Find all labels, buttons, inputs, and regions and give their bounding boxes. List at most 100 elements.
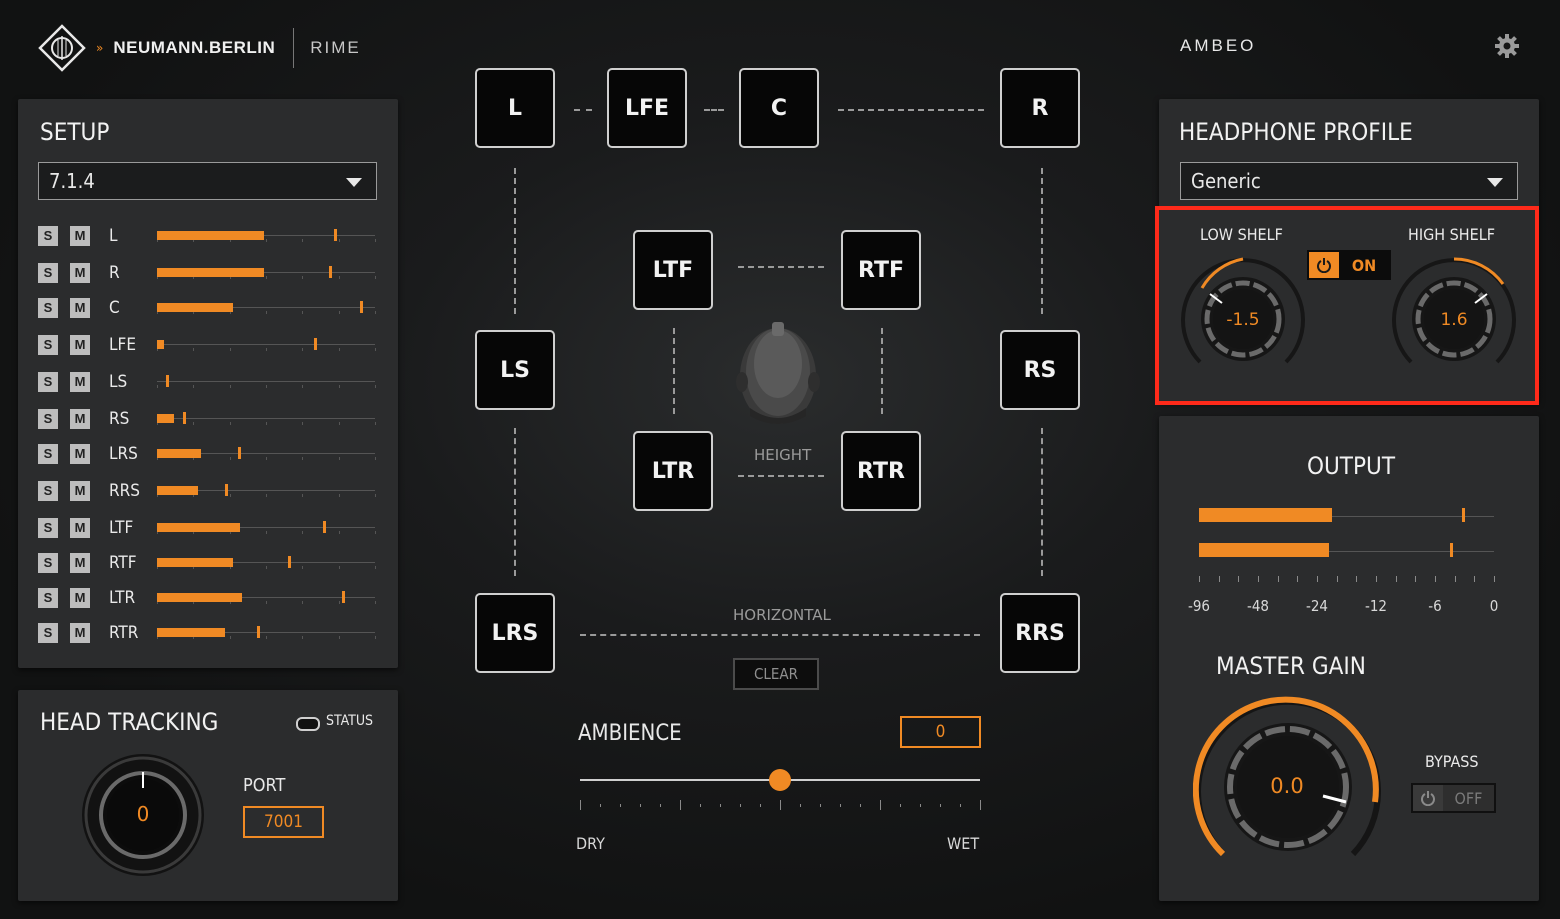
peak-marker [165, 375, 169, 387]
level-bar [157, 303, 234, 312]
port-input[interactable]: 7001 [243, 806, 324, 838]
speaker-LRS[interactable]: LRS [475, 593, 555, 673]
bypass-label: BYPASS [1425, 752, 1479, 771]
solo-button[interactable]: S [38, 588, 58, 608]
level-tick [375, 348, 376, 351]
channel-label: RS [109, 409, 130, 429]
solo-button[interactable]: S [38, 263, 58, 283]
solo-button[interactable]: S [38, 226, 58, 246]
peak-marker [257, 626, 261, 638]
dashed-line [1041, 428, 1043, 576]
dashed-line [738, 266, 824, 268]
ambience-tick [980, 800, 981, 810]
mute-button[interactable]: M [70, 553, 90, 573]
mute-button[interactable]: M [70, 518, 90, 538]
solo-button[interactable]: S [38, 372, 58, 392]
level-tick [302, 385, 303, 388]
speaker-RS[interactable]: RS [1000, 330, 1080, 410]
dashed-line [514, 168, 516, 314]
level-tick [230, 348, 231, 351]
level-tick [302, 636, 303, 639]
channel-label: R [109, 263, 120, 283]
level-tick [375, 601, 376, 604]
solo-button[interactable]: S [38, 298, 58, 318]
level-bar [157, 628, 225, 637]
level-tick [266, 636, 267, 639]
level-tick [302, 531, 303, 534]
ambience-tick [800, 804, 801, 807]
solo-button[interactable]: S [38, 518, 58, 538]
output-scale-label: 0 [1489, 597, 1499, 615]
brand-arrows: » [96, 41, 104, 55]
channel-row: SMC [38, 296, 378, 320]
headphone-profile-title: HEADPHONE PROFILE [1179, 118, 1413, 146]
solo-button[interactable]: S [38, 335, 58, 355]
solo-button[interactable]: S [38, 409, 58, 429]
speaker-LTF[interactable]: LTF [633, 230, 713, 310]
mute-button[interactable]: M [70, 372, 90, 392]
level-tick [266, 311, 267, 314]
mute-button[interactable]: M [70, 298, 90, 318]
wet-label: WET [947, 834, 980, 853]
speaker-format-dropdown[interactable]: 7.1.4 [38, 162, 377, 200]
level-tick [266, 457, 267, 460]
output-scale-tick [1297, 576, 1298, 582]
level-tick [230, 494, 231, 497]
mute-button[interactable]: M [70, 335, 90, 355]
peak-marker [313, 338, 317, 350]
level-bar [157, 486, 199, 495]
speaker-RRS[interactable]: RRS [1000, 593, 1080, 673]
bypass-toggle[interactable]: OFF [1411, 783, 1496, 813]
channel-row: S M LTR [38, 586, 378, 610]
solo-button[interactable]: S [38, 553, 58, 573]
output-scale-tick [1258, 576, 1259, 582]
mute-button[interactable]: M [70, 588, 90, 608]
channel-label: RTF [109, 553, 137, 573]
channel-label: RTR [109, 623, 139, 643]
ambience-tick [920, 804, 921, 807]
ambience-value-input[interactable]: 0 [900, 716, 981, 748]
master-gain-value: 0.0 [1270, 774, 1304, 798]
speaker-R[interactable]: R [1000, 68, 1080, 148]
level-tick [266, 601, 267, 604]
solo-button[interactable]: S [38, 444, 58, 464]
level-tick [375, 566, 376, 569]
headphone-profile-dropdown[interactable]: Generic [1180, 162, 1518, 200]
horizontal-label: HORIZONTAL [733, 606, 831, 624]
brand-divider [293, 28, 295, 68]
speaker-LS[interactable]: LS [475, 330, 555, 410]
channel-row: S M LFE [38, 333, 378, 357]
ambience-tick [840, 804, 841, 807]
mute-button[interactable]: M [70, 444, 90, 464]
level-tick [302, 601, 303, 604]
solo-button[interactable]: S [38, 481, 58, 501]
speaker-RTF[interactable]: RTF [841, 230, 921, 310]
mute-button[interactable]: M [70, 409, 90, 429]
solo-button[interactable]: S [38, 623, 58, 643]
speaker-LFE[interactable]: LFE [607, 68, 687, 148]
speaker-RTR[interactable]: RTR [841, 431, 921, 511]
output-peak-marker [1461, 508, 1465, 522]
output-scale-tick [1219, 576, 1220, 582]
speaker-C[interactable]: C [739, 68, 819, 148]
peak-marker [333, 229, 337, 241]
output-scale-tick [1278, 576, 1279, 582]
speaker-L[interactable]: L [475, 68, 555, 148]
level-tick [375, 311, 376, 314]
ambience-tick [780, 800, 781, 810]
channel-label: LTF [109, 518, 134, 538]
speaker-LTR[interactable]: LTR [633, 431, 713, 511]
mute-button[interactable]: M [70, 481, 90, 501]
ambience-tick [580, 800, 581, 810]
ambience-slider-thumb[interactable] [769, 769, 791, 791]
mute-button[interactable]: M [70, 263, 90, 283]
level-tick [339, 566, 340, 569]
channel-label: L [109, 226, 118, 246]
mute-button[interactable]: M [70, 226, 90, 246]
peak-marker [342, 591, 346, 603]
clear-button[interactable]: CLEAR [733, 658, 819, 690]
output-scale-tick [1455, 576, 1456, 582]
mute-button[interactable]: M [70, 623, 90, 643]
settings-gear-icon[interactable] [1494, 33, 1520, 59]
master-gain-title: MASTER GAIN [1216, 652, 1366, 680]
